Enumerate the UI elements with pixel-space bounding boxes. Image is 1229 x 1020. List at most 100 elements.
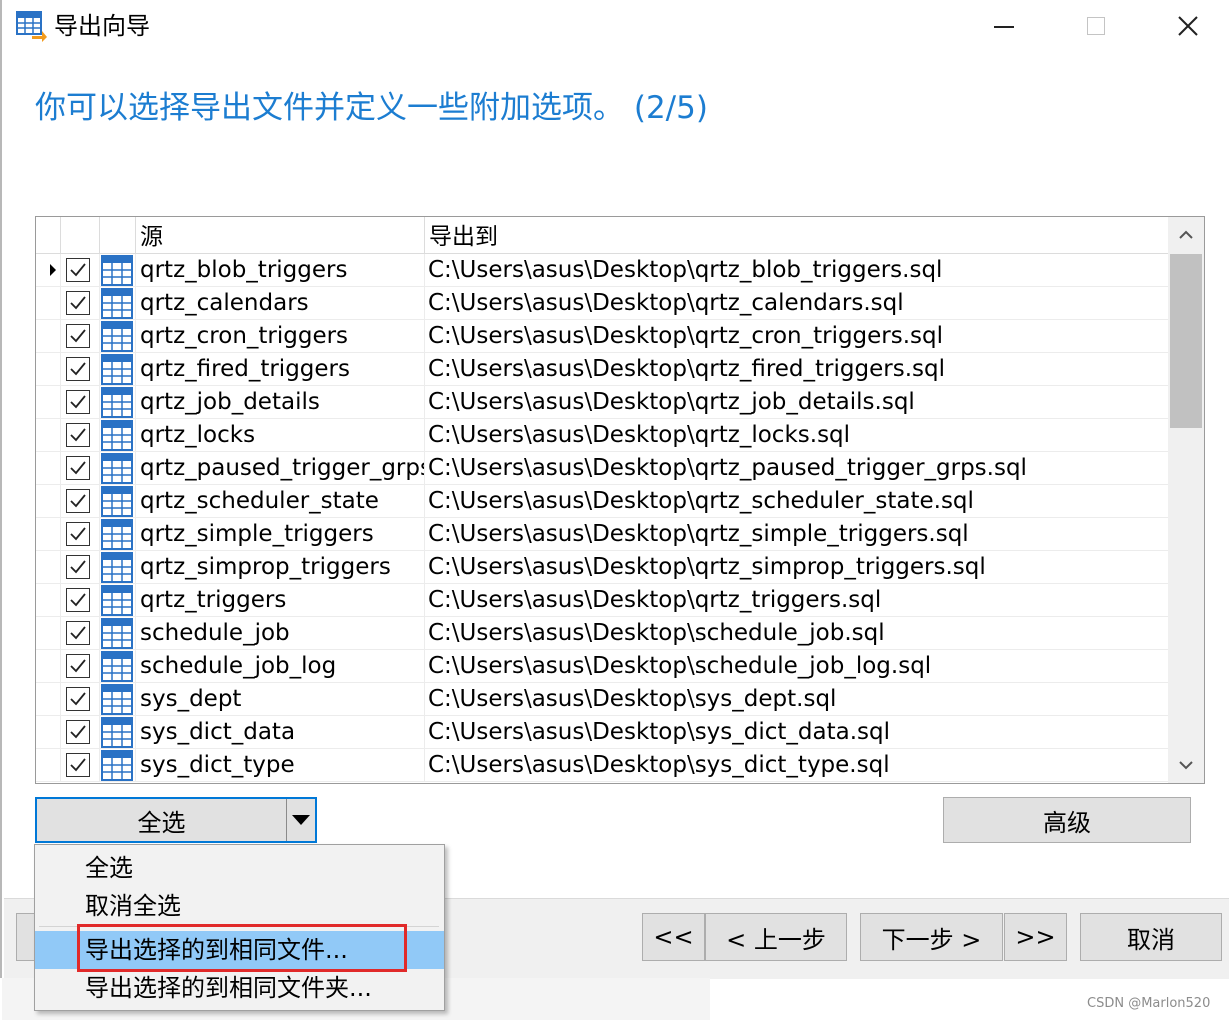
source-cell[interactable]: qrtz_locks bbox=[136, 419, 425, 452]
maximize-button[interactable] bbox=[1050, 0, 1142, 52]
select-all-split-button[interactable]: 全选 bbox=[35, 797, 317, 843]
row-checkbox[interactable] bbox=[66, 390, 90, 414]
source-cell[interactable]: schedule_job_log bbox=[136, 650, 425, 683]
cancel-button[interactable]: 取消 bbox=[1080, 913, 1222, 961]
export-table-grid[interactable]: 源 导出到 qrtz_blob_triggers C:\Users\asus\De… bbox=[35, 216, 1205, 784]
menu-item-select-all[interactable]: 全选 bbox=[35, 849, 444, 887]
table-row[interactable]: sys_dict_type C:\Users\asus\Desktop\sys_d… bbox=[36, 749, 1168, 782]
source-cell[interactable]: qrtz_blob_triggers bbox=[136, 254, 425, 287]
table-row[interactable]: qrtz_paused_trigger_grps C:\Users\asus\De… bbox=[36, 452, 1168, 485]
table-row[interactable]: qrtz_locks C:\Users\asus\Desktop\qrtz_loc… bbox=[36, 419, 1168, 452]
export-path-cell[interactable]: C:\Users\asus\Desktop\qrtz_locks.sql bbox=[425, 419, 1168, 452]
first-step-button[interactable]: << bbox=[642, 913, 705, 961]
close-button[interactable] bbox=[1142, 0, 1229, 52]
advanced-button[interactable]: 高级 bbox=[943, 797, 1191, 843]
row-checkbox[interactable] bbox=[66, 588, 90, 612]
row-checkbox[interactable] bbox=[66, 456, 90, 480]
table-row[interactable]: schedule_job_log C:\Users\asus\Desktop\sc… bbox=[36, 650, 1168, 683]
source-cell[interactable]: qrtz_paused_trigger_grps bbox=[136, 452, 425, 485]
table-row[interactable]: qrtz_calendars C:\Users\asus\Desktop\qrtz… bbox=[36, 287, 1168, 320]
export-path-cell[interactable]: C:\Users\asus\Desktop\qrtz_calendars.sql bbox=[425, 287, 1168, 320]
row-icon-cell bbox=[100, 683, 136, 716]
export-path-cell[interactable]: C:\Users\asus\Desktop\schedule_job.sql bbox=[425, 617, 1168, 650]
row-checkbox[interactable] bbox=[66, 654, 90, 678]
column-header-export-to[interactable]: 导出到 bbox=[425, 217, 1168, 253]
export-path-cell[interactable]: C:\Users\asus\Desktop\qrtz_fired_trigger… bbox=[425, 353, 1168, 386]
source-cell[interactable]: qrtz_fired_triggers bbox=[136, 353, 425, 386]
export-path-cell[interactable]: C:\Users\asus\Desktop\qrtz_job_details.s… bbox=[425, 386, 1168, 419]
export-path-cell[interactable]: C:\Users\asus\Desktop\sys_dept.sql bbox=[425, 683, 1168, 716]
export-path-cell[interactable]: C:\Users\asus\Desktop\sys_dict_type.sql bbox=[425, 749, 1168, 782]
table-icon bbox=[101, 585, 133, 620]
table-row[interactable]: qrtz_cron_triggers C:\Users\asus\Desktop\… bbox=[36, 320, 1168, 353]
source-cell[interactable]: qrtz_triggers bbox=[136, 584, 425, 617]
export-path-cell[interactable]: C:\Users\asus\Desktop\qrtz_triggers.sql bbox=[425, 584, 1168, 617]
table-icon bbox=[101, 354, 133, 389]
row-checkbox[interactable] bbox=[66, 753, 90, 777]
menu-item-export-to-same-folder[interactable]: 导出选择的到相同文件夹... bbox=[35, 969, 444, 1007]
export-path-cell[interactable]: C:\Users\asus\Desktop\schedule_job_log.s… bbox=[425, 650, 1168, 683]
last-step-button[interactable]: >> bbox=[1004, 913, 1067, 961]
export-path-cell[interactable]: C:\Users\asus\Desktop\qrtz_blob_triggers… bbox=[425, 254, 1168, 287]
table-row[interactable]: sys_dict_data C:\Users\asus\Desktop\sys_d… bbox=[36, 716, 1168, 749]
previous-step-button[interactable]: < 上一步 bbox=[705, 913, 847, 961]
row-checkbox[interactable] bbox=[66, 522, 90, 546]
row-checkbox-cell bbox=[61, 749, 100, 782]
minimize-button[interactable] bbox=[958, 0, 1050, 52]
row-checkbox[interactable] bbox=[66, 720, 90, 744]
table-icon bbox=[101, 321, 133, 356]
table-icon bbox=[101, 387, 133, 422]
row-checkbox[interactable] bbox=[66, 291, 90, 315]
table-row[interactable]: qrtz_simprop_triggers C:\Users\asus\Deskt… bbox=[36, 551, 1168, 584]
scroll-up-arrow[interactable] bbox=[1168, 217, 1204, 253]
export-path-cell[interactable]: C:\Users\asus\Desktop\qrtz_paused_trigge… bbox=[425, 452, 1168, 485]
table-row[interactable]: qrtz_job_details C:\Users\asus\Desktop\qr… bbox=[36, 386, 1168, 419]
table-row[interactable]: qrtz_triggers C:\Users\asus\Desktop\qrtz_… bbox=[36, 584, 1168, 617]
row-indicator bbox=[36, 716, 61, 749]
export-path-cell[interactable]: C:\Users\asus\Desktop\qrtz_simple_trigge… bbox=[425, 518, 1168, 551]
column-header-source[interactable]: 源 bbox=[136, 217, 425, 253]
source-cell[interactable]: qrtz_cron_triggers bbox=[136, 320, 425, 353]
export-path-cell[interactable]: C:\Users\asus\Desktop\qrtz_cron_triggers… bbox=[425, 320, 1168, 353]
menu-item-deselect-all[interactable]: 取消全选 bbox=[35, 887, 444, 925]
row-icon-cell bbox=[100, 518, 136, 551]
source-cell[interactable]: sys_dict_data bbox=[136, 716, 425, 749]
source-cell[interactable]: sys_dept bbox=[136, 683, 425, 716]
table-icon bbox=[101, 255, 133, 290]
source-cell[interactable]: schedule_job bbox=[136, 617, 425, 650]
table-row[interactable]: qrtz_blob_triggers C:\Users\asus\Desktop\… bbox=[36, 254, 1168, 287]
row-checkbox[interactable] bbox=[66, 621, 90, 645]
scrollbar-thumb[interactable] bbox=[1170, 254, 1202, 428]
export-path-cell[interactable]: C:\Users\asus\Desktop\sys_dict_data.sql bbox=[425, 716, 1168, 749]
source-cell[interactable]: sys_dict_type bbox=[136, 749, 425, 782]
table-row[interactable]: qrtz_simple_triggers C:\Users\asus\Deskto… bbox=[36, 518, 1168, 551]
source-cell[interactable]: qrtz_scheduler_state bbox=[136, 485, 425, 518]
table-row[interactable]: schedule_job C:\Users\asus\Desktop\schedu… bbox=[36, 617, 1168, 650]
select-all-button[interactable]: 全选 bbox=[37, 799, 287, 841]
row-checkbox-cell bbox=[61, 518, 100, 551]
table-row[interactable]: qrtz_scheduler_state C:\Users\asus\Deskto… bbox=[36, 485, 1168, 518]
export-path-cell[interactable]: C:\Users\asus\Desktop\qrtz_scheduler_sta… bbox=[425, 485, 1168, 518]
row-checkbox-cell bbox=[61, 452, 100, 485]
row-checkbox[interactable] bbox=[66, 258, 90, 282]
vertical-scrollbar[interactable] bbox=[1168, 217, 1204, 783]
table-row[interactable]: sys_dept C:\Users\asus\Desktop\sys_dept.s… bbox=[36, 683, 1168, 716]
row-checkbox[interactable] bbox=[66, 687, 90, 711]
source-cell[interactable]: qrtz_job_details bbox=[136, 386, 425, 419]
source-cell[interactable]: qrtz_simple_triggers bbox=[136, 518, 425, 551]
row-checkbox[interactable] bbox=[66, 423, 90, 447]
caret-down-icon bbox=[292, 815, 310, 825]
export-path-cell[interactable]: C:\Users\asus\Desktop\qrtz_simprop_trigg… bbox=[425, 551, 1168, 584]
next-step-button[interactable]: 下一步 > bbox=[860, 913, 1003, 961]
row-checkbox[interactable] bbox=[66, 324, 90, 348]
row-checkbox[interactable] bbox=[66, 489, 90, 513]
table-icon bbox=[101, 684, 133, 719]
table-icon bbox=[101, 750, 133, 783]
source-cell[interactable]: qrtz_calendars bbox=[136, 287, 425, 320]
table-row[interactable]: qrtz_fired_triggers C:\Users\asus\Desktop… bbox=[36, 353, 1168, 386]
select-all-dropdown-arrow[interactable] bbox=[287, 799, 315, 841]
source-cell[interactable]: qrtz_simprop_triggers bbox=[136, 551, 425, 584]
row-checkbox[interactable] bbox=[66, 555, 90, 579]
scroll-down-arrow[interactable] bbox=[1168, 747, 1204, 783]
row-checkbox[interactable] bbox=[66, 357, 90, 381]
